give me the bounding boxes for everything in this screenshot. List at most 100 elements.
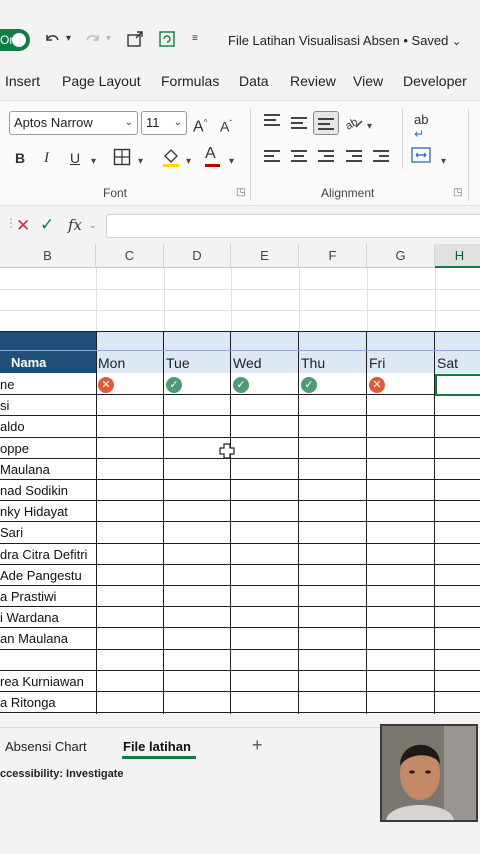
row-border [0, 415, 480, 416]
top-align-icon[interactable] [262, 114, 282, 128]
increase-indent-icon[interactable] [371, 150, 391, 164]
column-header-c[interactable]: C [96, 244, 164, 268]
table-header-sat[interactable]: Sat [435, 331, 480, 373]
underline-dropdown-icon[interactable]: ▾ [91, 153, 96, 171]
bottom-align-icon [316, 118, 336, 132]
tab-review[interactable]: Review [290, 73, 336, 89]
decrease-font-size-button[interactable]: Aˇ [220, 115, 232, 136]
orientation-dropdown-icon[interactable]: ▾ [367, 118, 372, 136]
present-check-icon[interactable]: ✓ [233, 377, 249, 393]
document-title[interactable]: File Latihan Visualisasi Absen • Saved ⌄ [228, 33, 461, 48]
row-border [0, 479, 480, 480]
tab-view[interactable]: View [353, 73, 383, 89]
accessibility-status[interactable]: ccessibility: Investigate [0, 768, 124, 780]
table-row-name[interactable]: i Wardana [0, 607, 59, 628]
table-row-name[interactable]: nky Hidayat [0, 501, 68, 522]
underline-button[interactable]: U [70, 149, 80, 167]
font-name-select[interactable]: Aptos Narrow ⌄ [9, 111, 138, 135]
row-border [0, 606, 480, 607]
add-sheet-button[interactable]: + [252, 735, 263, 756]
table-row-name[interactable]: ne [0, 374, 14, 395]
table-row-name[interactable]: Sari [0, 522, 23, 543]
tab-page-layout[interactable]: Page Layout [62, 73, 141, 89]
table-row-name[interactable]: Ade Pangestu [0, 565, 82, 586]
align-center-icon[interactable] [289, 150, 309, 164]
table-row-name[interactable]: an Maulana [0, 628, 68, 649]
fill-color-dropdown-icon[interactable]: ▾ [186, 153, 191, 171]
merge-dropdown-icon[interactable]: ▾ [441, 153, 446, 171]
table-border [0, 350, 480, 351]
column-header-f[interactable]: F [299, 244, 367, 268]
worksheet-grid[interactable]: B C D E F G H Nama Mon Tue Wed Thu Fri S… [0, 244, 480, 714]
font-group-label: Font [103, 186, 128, 200]
undo-dropdown-icon[interactable]: ▾ [66, 33, 71, 44]
column-header-g[interactable]: G [367, 244, 435, 268]
table-row-name[interactable]: dra Citra Defitri [0, 544, 87, 565]
cell-cursor-icon [219, 443, 235, 459]
font-dialog-launcher-icon[interactable]: ◳ [236, 187, 245, 198]
middle-align-icon[interactable] [289, 117, 309, 131]
font-color-swatch [205, 164, 220, 167]
column-header-d[interactable]: D [164, 244, 231, 268]
table-row-name[interactable]: si [0, 395, 9, 416]
column-header-e[interactable]: E [231, 244, 299, 268]
present-check-icon[interactable]: ✓ [301, 377, 317, 393]
table-header-thu[interactable]: Thu [299, 331, 367, 373]
table-row-name[interactable]: nad Sodikin [0, 480, 68, 501]
refresh-icon[interactable] [158, 30, 176, 52]
table-row-name[interactable]: a Prastiwi [0, 586, 56, 607]
row-border [0, 500, 480, 501]
autosave-toggle[interactable]: On [0, 29, 30, 51]
merge-center-icon[interactable] [411, 147, 431, 168]
font-color-dropdown-icon[interactable]: ▾ [229, 153, 234, 171]
active-cell-h[interactable] [435, 374, 480, 396]
alignment-dialog-launcher-icon[interactable]: ◳ [453, 187, 462, 198]
sheet-tab-absensi-chart[interactable]: Absensi Chart [5, 739, 87, 754]
title-bar: On ▾ ▾ ≡ File Latihan Visualisasi Absen … [0, 0, 480, 64]
orientation-icon[interactable]: ab [343, 113, 364, 136]
cancel-entry-icon[interactable]: ✕ [16, 216, 30, 236]
borders-dropdown-icon[interactable]: ▾ [138, 153, 143, 171]
tab-developer[interactable]: Developer [403, 73, 467, 89]
column-header-b[interactable]: B [0, 244, 96, 268]
customize-toolbar-icon[interactable]: ≡ [192, 33, 198, 44]
tab-insert[interactable]: Insert [5, 73, 40, 89]
table-header-tue[interactable]: Tue [164, 331, 231, 373]
tab-formulas[interactable]: Formulas [161, 73, 219, 89]
formula-input[interactable] [106, 214, 480, 238]
increase-font-size-button[interactable]: A^ [193, 114, 207, 136]
table-row-name[interactable]: a Ritonga [0, 692, 56, 713]
table-header-mon[interactable]: Mon [96, 331, 164, 373]
redo-dropdown-icon[interactable]: ▾ [106, 33, 111, 44]
decrease-indent-icon[interactable] [344, 150, 364, 164]
absent-x-icon[interactable]: ✕ [98, 377, 114, 393]
font-color-button[interactable]: A [205, 145, 220, 167]
row-border [0, 458, 480, 459]
tab-data[interactable]: Data [239, 73, 269, 89]
bold-button[interactable]: B [15, 149, 25, 167]
borders-icon[interactable] [113, 148, 131, 171]
column-header-h[interactable]: H [435, 244, 480, 268]
italic-button[interactable]: I [44, 149, 49, 167]
absent-x-icon[interactable]: ✕ [369, 377, 385, 393]
fill-color-icon[interactable] [161, 147, 181, 172]
align-left-icon[interactable] [262, 150, 282, 164]
table-row-name[interactable]: oppe [0, 438, 29, 459]
table-row-name[interactable]: aldo [0, 416, 25, 437]
table-row-name[interactable]: Maulana [0, 459, 50, 480]
sheet-tab-file-latihan[interactable]: File latihan [123, 739, 191, 754]
table-row-name[interactable]: rea Kurniawan [0, 671, 84, 692]
insert-function-button[interactable]: fx [68, 216, 82, 234]
table-header-wed[interactable]: Wed [231, 331, 299, 373]
new-window-icon[interactable] [126, 30, 144, 52]
align-right-icon[interactable] [316, 150, 336, 164]
redo-icon[interactable] [84, 30, 102, 52]
present-check-icon[interactable]: ✓ [166, 377, 182, 393]
wrap-text-button[interactable]: ab ↵ [414, 111, 428, 140]
table-header-nama[interactable]: Nama [0, 331, 96, 373]
undo-icon[interactable] [43, 30, 61, 52]
enter-entry-icon[interactable]: ✓ [40, 215, 54, 235]
font-size-select[interactable]: 11 ⌄ [141, 111, 187, 135]
chevron-down-icon[interactable]: ⌄ [89, 220, 97, 231]
table-header-fri[interactable]: Fri [367, 331, 435, 373]
